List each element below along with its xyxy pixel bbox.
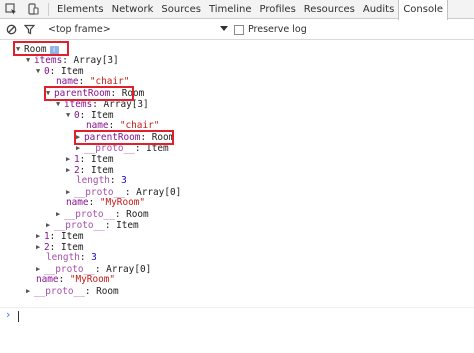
node-key: items [34, 55, 63, 66]
tab-sources[interactable]: Sources [157, 0, 205, 19]
node-sep: : [109, 175, 122, 186]
toolbar-separator [48, 2, 49, 16]
node-value: 3 [91, 252, 97, 263]
expand-arrow-icon[interactable]: ▶ [56, 209, 64, 220]
node-value: Item [90, 154, 114, 165]
tab-elements[interactable]: Elements [53, 0, 108, 19]
expand-arrow-icon[interactable]: ▼ [36, 66, 44, 77]
tab-audits[interactable]: Audits [359, 0, 398, 19]
device-mode-icon[interactable] [22, 0, 44, 19]
highlight-box-nested-parentroom [74, 130, 174, 145]
node-sep: : [58, 274, 70, 285]
node-value: "MyRoom" [69, 274, 116, 285]
filter-icon[interactable] [20, 20, 38, 40]
node-value: Array[3] [73, 55, 119, 66]
preserve-log-option[interactable]: Preserve log [234, 24, 307, 35]
node-value: "MyRoom" [99, 197, 146, 208]
preserve-log-checkbox[interactable] [234, 24, 244, 35]
tree-node-items[interactable]: ▼ items: Array[3] [26, 55, 119, 66]
expand-arrow-icon[interactable]: ▼ [26, 55, 34, 66]
node-key: length [46, 252, 80, 263]
console-output: ▼ Room i ▼ items: Array[3] ▼ 0: Item name: "… [0, 41, 474, 353]
frame-select-label: <top frame> [48, 24, 111, 35]
node-value: Item [116, 220, 139, 231]
highlight-box-room [13, 41, 69, 56]
tree-node-proto[interactable]: ▶ __proto__: Room [56, 209, 149, 220]
devtools-toolbar: Elements Network Sources Timeline Profil… [0, 0, 474, 20]
node-key: name [36, 274, 59, 285]
node-value: Room [126, 209, 149, 220]
node-value: 3 [121, 175, 127, 186]
preserve-log-label: Preserve log [248, 24, 307, 35]
console-filter-bar: <top frame> Preserve log [0, 20, 474, 40]
text-caret [18, 311, 19, 322]
node-value: Room [96, 286, 119, 297]
tree-node-proto[interactable]: ▶ __proto__: Room [26, 286, 119, 297]
node-value: Item [60, 231, 84, 242]
expand-arrow-icon[interactable]: ▶ [46, 220, 54, 231]
expand-arrow-icon[interactable]: ▼ [66, 110, 74, 121]
frame-select[interactable]: <top frame> [38, 24, 228, 35]
node-sep: : [84, 286, 97, 297]
clear-console-icon[interactable] [2, 20, 20, 40]
tree-node-name: name: "MyRoom" [66, 197, 146, 209]
node-sep: : [114, 209, 127, 220]
tree-node-item-1[interactable]: ▶ 1: Item [36, 231, 84, 242]
node-key: name [66, 197, 89, 208]
tree-node-item-1[interactable]: ▶ 1: Item [66, 154, 114, 165]
tree-node-length: length: 3 [76, 175, 127, 187]
tab-resources[interactable]: Resources [300, 0, 359, 19]
tree-node-name: name: "MyRoom" [36, 274, 116, 286]
tab-console[interactable]: Console [398, 0, 449, 20]
node-sep: : [79, 154, 91, 165]
inspect-icon[interactable] [0, 0, 22, 19]
tab-profiles[interactable]: Profiles [255, 0, 299, 19]
tab-timeline[interactable]: Timeline [205, 0, 256, 19]
node-key: __proto__ [54, 220, 105, 231]
expand-arrow-icon[interactable]: ▶ [36, 242, 44, 253]
highlight-box-parentroom [44, 86, 134, 101]
prompt-chevron-icon: › [6, 308, 11, 321]
node-sep: : [62, 55, 74, 66]
chevron-down-icon [220, 24, 228, 35]
node-key: __proto__ [64, 209, 115, 220]
expand-arrow-icon[interactable]: ▶ [66, 165, 74, 176]
console-prompt[interactable]: › [0, 307, 474, 323]
expand-arrow-icon[interactable]: ▶ [66, 154, 74, 165]
tab-network[interactable]: Network [108, 0, 158, 19]
node-key: length [76, 175, 110, 186]
expand-arrow-icon[interactable]: ▶ [36, 231, 44, 242]
node-sep: : [88, 197, 100, 208]
node-key: __proto__ [34, 286, 85, 297]
tree-node-proto[interactable]: ▶ __proto__: Item [46, 220, 139, 231]
expand-arrow-icon[interactable]: ▶ [26, 286, 34, 297]
node-sep: : [104, 220, 117, 231]
tree-node-length: length: 3 [46, 252, 97, 264]
node-sep: : [49, 231, 61, 242]
node-sep: : [79, 252, 92, 263]
